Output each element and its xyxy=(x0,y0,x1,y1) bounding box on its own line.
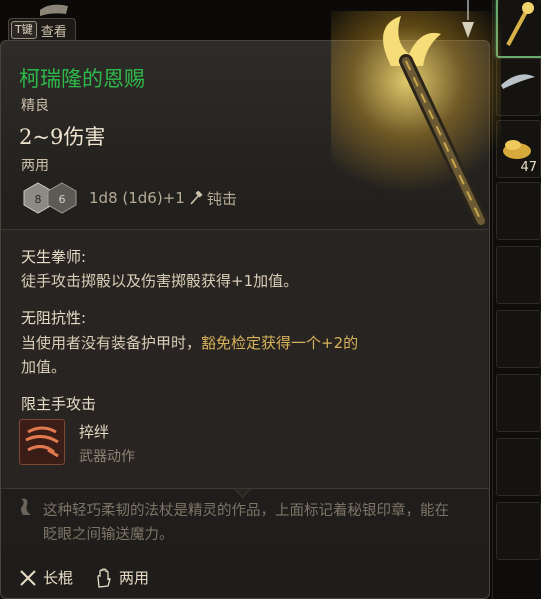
inventory-slot-empty[interactable] xyxy=(496,246,541,304)
passive-text-2: 当使用者没有装备护甲时，豁免检定获得一个+2的加值。 xyxy=(21,331,358,379)
dagger-icon xyxy=(501,74,535,89)
svg-text:8: 8 xyxy=(35,193,42,206)
attack-restriction: 限主手攻击 xyxy=(21,395,97,413)
weapon-action-icon xyxy=(19,419,65,465)
passive-text-2b: 豁免检定获得一个+2的 xyxy=(201,334,359,352)
weapon-action-name: 捽绊 xyxy=(79,423,110,441)
item-tooltip: 柯瑞隆的恩赐 精良 2~9伤害 两用 8 6 1d8 (1d6)+1 钝击 天生… xyxy=(0,11,501,599)
item-footer: 长棍 两用 xyxy=(19,567,171,588)
hand-icon xyxy=(97,567,111,588)
keybind-badge: T键 xyxy=(11,21,37,39)
passive-text-2c: 加值。 xyxy=(21,358,67,376)
passive-title-1: 天生拳师: xyxy=(21,248,87,266)
item-lore: 这种轻巧柔韧的法杖是精灵的作品，上面标记着秘银印章，能在眨眼之间输送魔力。 xyxy=(43,503,449,543)
bludgeon-icon xyxy=(190,191,203,205)
inventory-slot-empty[interactable] xyxy=(496,182,541,240)
inventory-slot-empty[interactable] xyxy=(496,438,541,496)
item-rarity: 精良 xyxy=(21,98,49,114)
passive-text-2a: 当使用者没有装备护甲时， xyxy=(21,334,202,352)
inventory-slot-empty[interactable] xyxy=(496,374,541,432)
divider xyxy=(1,488,489,489)
damage-dice-row: 8 6 1d8 (1d6)+1 钝击 xyxy=(23,182,237,214)
handedness-label: 两用 xyxy=(119,569,150,587)
item-handedness: 两用 xyxy=(21,158,49,174)
quarterstaff-icon xyxy=(20,569,36,586)
inventory-slot-selected[interactable] xyxy=(496,0,541,58)
damage-type: 钝击 xyxy=(206,189,237,208)
damage-formula: 1d8 (1d6)+1 xyxy=(89,189,185,207)
d6-icon: 6 xyxy=(47,182,77,214)
inspect-tab[interactable]: T键 查看 xyxy=(8,18,76,41)
passive-title-2: 无阻抗性: xyxy=(21,309,87,327)
inventory-slot-empty[interactable] xyxy=(496,502,541,560)
weapon-action-type: 武器动作 xyxy=(79,449,135,465)
inventory-slot-empty[interactable] xyxy=(496,310,541,368)
weapon-type-label: 长棍 xyxy=(43,569,74,587)
gold-count: 47 xyxy=(520,160,537,175)
svg-text:6: 6 xyxy=(59,193,66,206)
item-fragment-icon xyxy=(40,4,68,17)
passive-text-1: 徒手攻击掷骰以及伤害掷骰获得+1加值。 xyxy=(21,272,299,290)
item-damage: 2~9伤害 xyxy=(19,125,106,149)
lore-scroll-icon xyxy=(21,498,31,515)
staff-thumb-icon xyxy=(506,2,534,46)
inventory-slot-knife[interactable] xyxy=(496,58,541,116)
item-name: 柯瑞隆的恩赐 xyxy=(19,67,145,91)
inventory-slot-gold[interactable]: 47 xyxy=(496,120,541,178)
staff-image-icon xyxy=(383,16,488,226)
inspect-label: 查看 xyxy=(40,24,67,40)
